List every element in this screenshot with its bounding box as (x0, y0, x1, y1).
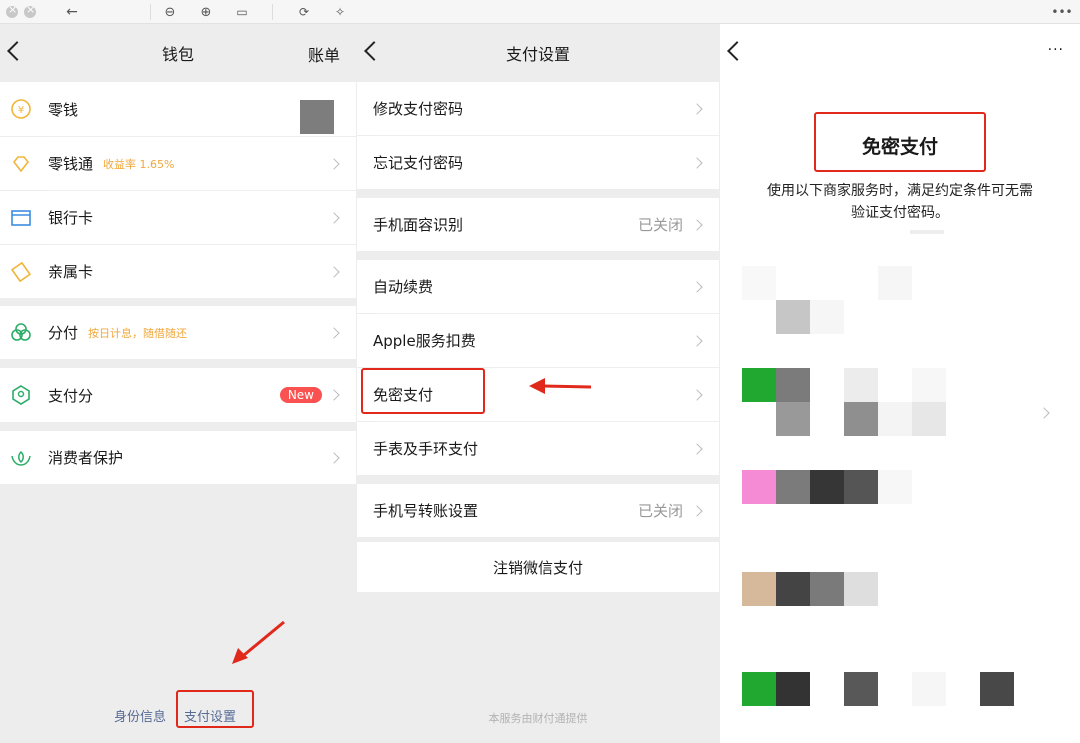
rotate-icon[interactable]: ⟳ (294, 2, 314, 22)
wallet-item-consumer-protection[interactable]: 消费者保护 (0, 431, 356, 484)
more-icon[interactable]: ••• (1051, 2, 1072, 22)
back-icon[interactable] (7, 41, 27, 61)
cancel-wechat-pay-button[interactable]: 注销微信支付 (357, 542, 719, 592)
zoom-in-icon[interactable]: ⊕ (196, 2, 216, 22)
minimize-window-icon[interactable] (24, 3, 36, 18)
settings-item-face-id[interactable]: 手机面容识别 已关闭 (357, 198, 719, 251)
settings-panel: 支付设置 修改支付密码 忘记支付密码 手机面容识别 已关闭 自动续费 Apple… (357, 24, 719, 743)
chevron-right-icon (691, 504, 703, 517)
nopass-nav: ··· (720, 24, 1080, 82)
chevron-right-icon (691, 156, 703, 169)
blurred-balance (300, 100, 334, 134)
chevron-right-icon (691, 280, 703, 293)
chevron-right-icon (328, 389, 340, 401)
more-menu-icon[interactable]: ··· (1048, 42, 1064, 58)
identity-info-link[interactable]: 身份信息 (114, 706, 166, 725)
chevron-right-icon (328, 451, 340, 464)
chevron-right-icon (328, 211, 340, 224)
settings-item-auto-renew[interactable]: 自动续费 (357, 260, 719, 313)
settings-item-change-password[interactable]: 修改支付密码 (357, 82, 719, 135)
wallet-item-fenfu[interactable]: 分付 按日计息，随借随还 (0, 306, 356, 359)
score-icon (10, 384, 32, 406)
family-card-icon (10, 261, 32, 283)
chevron-right-icon (1038, 407, 1050, 419)
chevron-right-icon (328, 265, 340, 278)
bill-link[interactable]: 账单 (308, 42, 340, 66)
fenfu-icon (10, 322, 32, 344)
password-free-panel: ··· 免密支付 使用以下商家服务时，满足约定条件可无需 验证支付密码。 (720, 24, 1080, 743)
card-icon (10, 207, 32, 229)
close-window-icon[interactable] (6, 3, 18, 18)
annotation-arrow (529, 378, 592, 394)
svg-text:¥: ¥ (18, 105, 24, 116)
wallet-item-lqt[interactable]: 零钱通 收益率 1.65% (0, 137, 356, 190)
wallet-item-bankcard[interactable]: 银行卡 (0, 191, 356, 244)
settings-title: 支付设置 (505, 45, 570, 64)
highlight-box (361, 368, 485, 414)
wallet-item-credit-score[interactable]: 支付分 New (0, 368, 356, 422)
settings-nav: 支付设置 (357, 24, 719, 82)
highlight-box (814, 112, 986, 172)
new-badge: New (279, 387, 322, 403)
diamond-icon (10, 153, 32, 175)
chevron-right-icon (328, 326, 340, 339)
wallet-item-family-card[interactable]: 亲属卡 (0, 245, 356, 298)
service-footnote: 本服务由财付通提供 (488, 712, 588, 725)
chevron-right-icon (691, 218, 703, 231)
leaf-hands-icon (10, 447, 32, 469)
wallet-title: 钱包 (161, 45, 194, 64)
chevron-right-icon (328, 157, 340, 170)
viewer-toolbar: ← ⊖ ⊕ ▭ ⟳ ✧ ••• (0, 0, 1080, 24)
back-icon[interactable] (364, 41, 384, 61)
magic-wand-icon[interactable]: ✧ (330, 2, 350, 22)
settings-item-forgot-password[interactable]: 忘记支付密码 (357, 136, 719, 189)
zoom-out-icon[interactable]: ⊖ (160, 2, 180, 22)
back-arrow-icon[interactable]: ← (64, 2, 80, 22)
settings-item-apple-deduction[interactable]: Apple服务扣费 (357, 314, 719, 367)
settings-item-watch-pay[interactable]: 手表及手环支付 (357, 422, 719, 475)
settings-item-phone-transfer[interactable]: 手机号转账设置 已关闭 (357, 484, 719, 537)
chevron-right-icon (691, 388, 703, 401)
back-icon[interactable] (727, 41, 747, 61)
annotation-arrow (232, 620, 285, 664)
chevron-right-icon (691, 334, 703, 347)
chevron-right-icon (691, 102, 703, 115)
fit-icon[interactable]: ▭ (232, 2, 252, 22)
wallet-item-change[interactable]: ¥ 零钱 (0, 82, 356, 136)
chevron-right-icon (691, 442, 703, 455)
nopass-description: 使用以下商家服务时，满足约定条件可无需 验证支付密码。 (767, 183, 1033, 221)
coin-icon: ¥ (10, 98, 32, 120)
highlight-box (176, 690, 254, 728)
wallet-nav: 钱包 账单 (0, 24, 356, 82)
wallet-panel: 钱包 账单 ¥ 零钱 零钱通 收益率 1.65% 银行卡 亲属卡 分付 按日计息… (0, 24, 356, 743)
